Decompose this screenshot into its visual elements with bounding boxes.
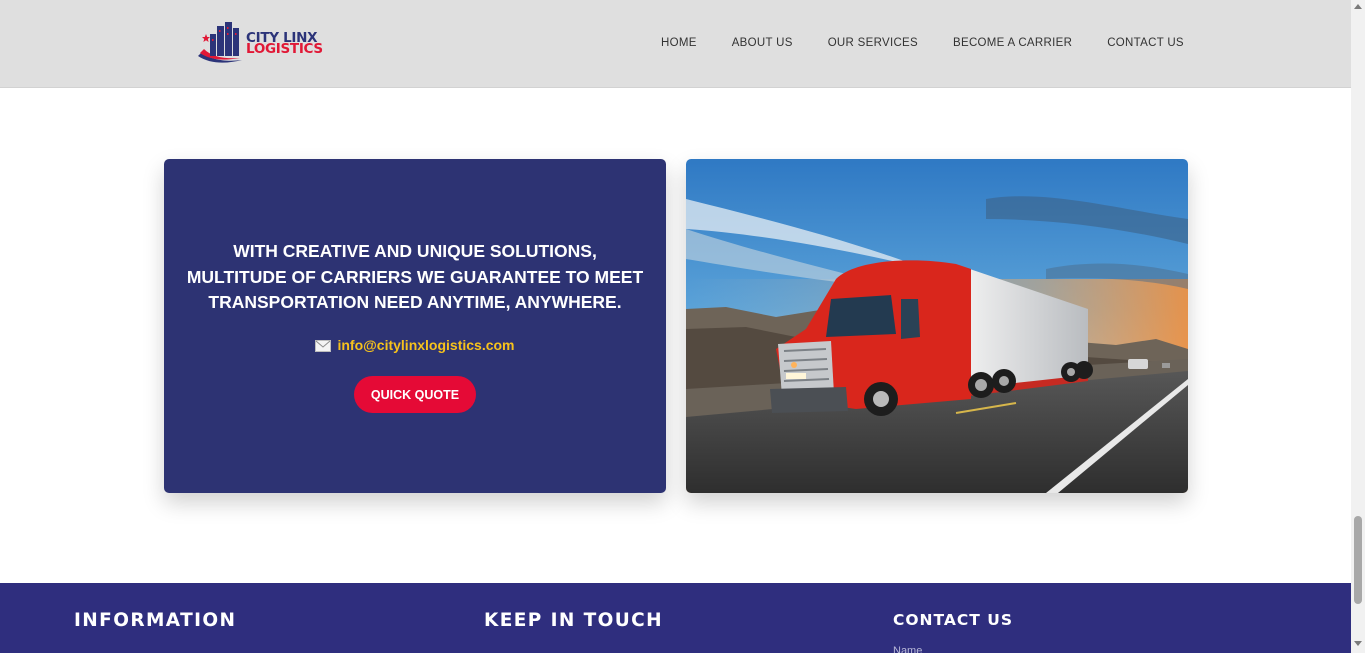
- cta-headline-line: MULTITUDE OF CARRIERS WE GUARANTEE TO ME…: [186, 266, 644, 287]
- nav-become-a-carrier[interactable]: BECOME A CARRIER: [953, 37, 1072, 49]
- site-footer: INFORMATION KEEP IN TOUCH CONTACT US Nam…: [0, 583, 1351, 653]
- main-navigation: HOME ABOUT US OUR SERVICES BECOME A CARR…: [661, 37, 1219, 49]
- scroll-down-arrow-icon[interactable]: [1354, 641, 1362, 646]
- email-link[interactable]: info@citylinxlogistics.com: [337, 337, 514, 353]
- cta-headline-line: WITH CREATIVE AND UNIQUE SOLUTIONS,: [233, 241, 597, 261]
- cta-card: WITH CREATIVE AND UNIQUE SOLUTIONS, MULT…: [164, 159, 666, 493]
- nav-home[interactable]: HOME: [661, 37, 697, 49]
- company-logo[interactable]: CITY LINX LOGISTICS: [196, 18, 341, 66]
- logo-wordmark: CITY LINX LOGISTICS: [246, 31, 323, 57]
- footer-heading-information: INFORMATION: [74, 610, 237, 631]
- nav-our-services[interactable]: OUR SERVICES: [828, 37, 918, 49]
- mail-icon: [315, 339, 332, 352]
- footer-heading-contact-us: CONTACT US: [893, 611, 1013, 629]
- page: CITY LINX LOGISTICS HOME ABOUT US OUR SE…: [0, 0, 1365, 653]
- nav-about-us[interactable]: ABOUT US: [732, 37, 793, 49]
- scrollbar-thumb[interactable]: [1354, 516, 1362, 604]
- scroll-up-arrow-icon[interactable]: [1354, 4, 1362, 9]
- quick-quote-button[interactable]: QUICK QUOTE: [354, 376, 476, 413]
- email-row: info@citylinxlogistics.com: [164, 337, 666, 353]
- semi-truck-photo: [686, 159, 1188, 493]
- city-skyline-logo-icon: [196, 18, 246, 66]
- contact-form-name-label: Name: [893, 645, 923, 653]
- cta-headline-line: TRANSPORTATION NEED ANYTIME, ANYWHERE.: [208, 292, 622, 312]
- cta-headline: WITH CREATIVE AND UNIQUE SOLUTIONS, MULT…: [184, 239, 646, 316]
- nav-contact-us[interactable]: CONTACT US: [1107, 37, 1184, 49]
- site-header: CITY LINX LOGISTICS HOME ABOUT US OUR SE…: [0, 0, 1351, 88]
- footer-heading-keep-in-touch: KEEP IN TOUCH: [484, 610, 664, 631]
- logo-line-logistics: LOGISTICS: [246, 41, 323, 57]
- page-scrollbar[interactable]: [1351, 0, 1365, 653]
